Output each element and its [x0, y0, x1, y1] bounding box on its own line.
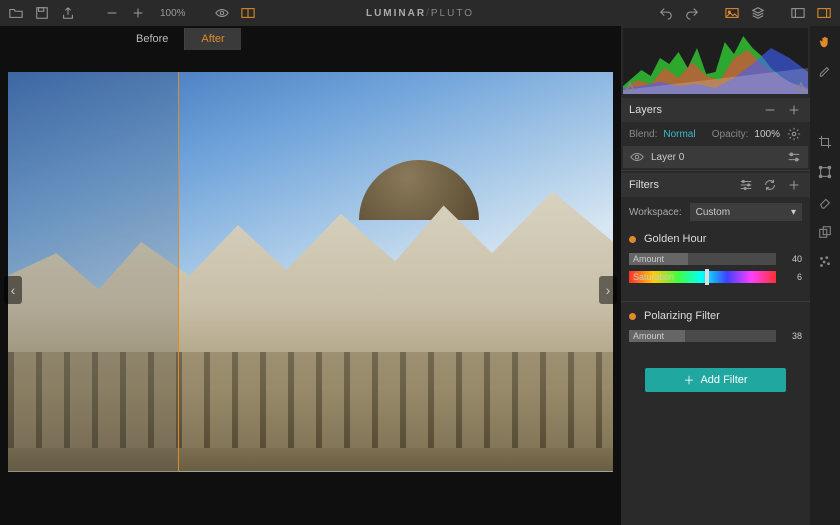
blend-label: Blend:	[629, 129, 657, 140]
layers-minus-icon[interactable]	[762, 102, 778, 118]
crop-tool-icon[interactable]	[817, 134, 833, 150]
canvas-area: Before After ‹ ›	[0, 26, 621, 525]
opacity-value[interactable]: 100%	[754, 129, 780, 140]
top-toolbar: 100% LUMINAR/PLUTO	[0, 0, 840, 26]
panel-left-icon[interactable]	[790, 5, 806, 21]
opacity-label: Opacity:	[712, 129, 749, 140]
zoom-out-icon[interactable]	[104, 5, 120, 21]
filter-polarizing: Polarizing Filter Amount 38	[621, 304, 810, 358]
filters-plus-icon[interactable]	[786, 177, 802, 193]
panel-right-icon[interactable]	[816, 5, 832, 21]
photo-canvas[interactable]	[8, 72, 613, 472]
clone-tool-icon[interactable]	[817, 224, 833, 240]
layers-mode-icon[interactable]	[750, 5, 766, 21]
share-icon[interactable]	[60, 5, 76, 21]
image-mode-icon[interactable]	[724, 5, 740, 21]
before-overlay	[8, 72, 178, 472]
blend-value[interactable]: Normal	[663, 129, 695, 140]
workspace-value: Custom	[696, 207, 730, 218]
layer-row-0[interactable]: Layer 0	[623, 146, 808, 168]
filters-title: Filters	[629, 179, 659, 191]
filter-enabled-dot[interactable]	[629, 236, 636, 243]
layers-blend-row: Blend: Normal Opacity: 100%	[621, 122, 810, 146]
layer-name: Layer 0	[651, 152, 684, 163]
filter-enabled-dot-2[interactable]	[629, 313, 636, 320]
golden-saturation-label: Saturation	[633, 271, 674, 283]
zoom-level[interactable]: 100%	[160, 8, 186, 19]
carousel-prev-icon[interactable]: ‹	[4, 276, 22, 304]
save-icon[interactable]	[34, 5, 50, 21]
filter-polar-title-row[interactable]: Polarizing Filter	[629, 310, 802, 322]
filters-sync-icon[interactable]	[762, 177, 778, 193]
layers-plus-icon[interactable]	[786, 102, 802, 118]
layer-settings-icon[interactable]	[786, 126, 802, 142]
workspace-row: Workspace: Custom ▾	[621, 197, 810, 227]
tab-before[interactable]: Before	[120, 28, 185, 50]
layers-title: Layers	[629, 104, 662, 116]
carousel-next-icon[interactable]: ›	[599, 276, 617, 304]
app-title-sub: PLUTO	[431, 8, 474, 19]
compare-split-icon[interactable]	[240, 5, 256, 21]
compare-divider[interactable]	[178, 72, 179, 472]
redo-icon[interactable]	[684, 5, 700, 21]
histogram[interactable]	[623, 28, 808, 94]
add-filter-label: Add Filter	[700, 374, 747, 386]
brush-tool-icon[interactable]	[817, 64, 833, 80]
filter-golden-title: Golden Hour	[644, 233, 706, 245]
undo-icon[interactable]	[658, 5, 674, 21]
add-filter-button[interactable]: ＋ Add Filter	[645, 368, 786, 392]
filters-panel-header[interactable]: Filters	[621, 173, 810, 197]
hist-highlight-clip-icon[interactable]	[796, 82, 806, 92]
filter-golden-title-row[interactable]: Golden Hour	[629, 233, 802, 245]
workspace-select[interactable]: Custom ▾	[690, 203, 802, 221]
golden-amount-value: 40	[782, 254, 802, 264]
open-folder-icon[interactable]	[8, 5, 24, 21]
erase-tool-icon[interactable]	[817, 194, 833, 210]
side-tool-strip	[810, 26, 840, 525]
transform-tool-icon[interactable]	[817, 164, 833, 180]
filter-polar-title: Polarizing Filter	[644, 310, 720, 322]
denoise-tool-icon[interactable]	[817, 254, 833, 270]
layer-visibility-icon[interactable]	[629, 149, 645, 165]
app-title-brand: LUMINAR	[366, 8, 426, 19]
hand-tool-icon[interactable]	[817, 34, 833, 50]
app-title: LUMINAR/PLUTO	[366, 8, 474, 19]
compare-tabs: Before After	[0, 26, 621, 50]
tab-after[interactable]: After	[185, 28, 240, 50]
zoom-in-icon[interactable]	[130, 5, 146, 21]
polar-amount-value: 38	[782, 331, 802, 341]
hist-shadow-clip-icon[interactable]	[625, 82, 635, 92]
golden-saturation-slider[interactable]: Saturation	[629, 271, 776, 283]
golden-amount-label: Amount	[633, 253, 664, 265]
layer-adjust-icon[interactable]	[786, 149, 802, 165]
plus-icon: ＋	[683, 372, 694, 388]
filter-golden-hour: Golden Hour Amount 40 Saturation	[621, 227, 810, 299]
layers-panel-header[interactable]: Layers	[621, 98, 810, 122]
golden-amount-slider[interactable]: Amount	[629, 253, 776, 265]
filters-sliders-icon[interactable]	[738, 177, 754, 193]
preview-eye-icon[interactable]	[214, 5, 230, 21]
chevron-down-icon: ▾	[791, 207, 796, 218]
polar-amount-slider[interactable]: Amount	[629, 330, 776, 342]
golden-saturation-value: 6	[782, 272, 802, 282]
polar-amount-label: Amount	[633, 330, 664, 342]
workspace-label: Workspace:	[629, 207, 682, 218]
